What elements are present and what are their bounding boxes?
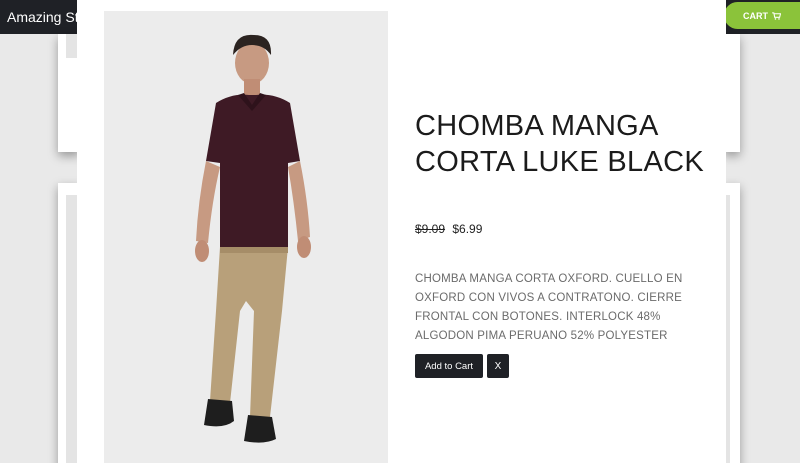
current-price: $6.99	[452, 222, 483, 236]
product-modal: CHOMBA MANGA CORTA LUKE BLACK $9.09 $6.9…	[77, 0, 726, 463]
price-block: $9.09 $6.99	[415, 222, 482, 236]
close-modal-button[interactable]: X	[487, 354, 509, 378]
product-title: CHOMBA MANGA CORTA LUKE BLACK	[415, 110, 704, 178]
add-to-cart-button[interactable]: Add to Cart	[415, 354, 483, 378]
model-photo-icon	[104, 11, 388, 463]
old-price: $9.09	[415, 222, 446, 236]
product-description: CHOMBA MANGA CORTA OXFORD. CUELLO EN OXF…	[415, 273, 683, 342]
product-image	[104, 11, 388, 463]
